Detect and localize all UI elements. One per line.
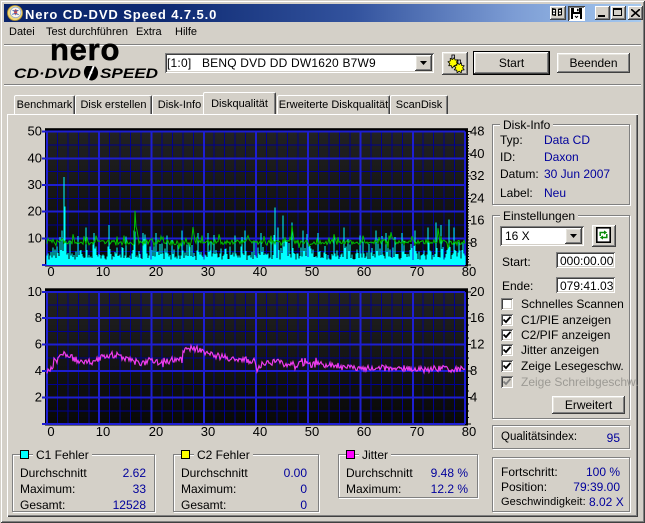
svg-text:10: 10	[28, 284, 42, 299]
svg-text:20: 20	[28, 204, 42, 219]
svg-text:0: 0	[47, 264, 54, 279]
svg-text:0: 0	[47, 424, 54, 439]
svg-text:40: 40	[470, 146, 484, 161]
svg-text:8: 8	[470, 235, 477, 250]
svg-text:30: 30	[28, 177, 42, 192]
svg-text:20: 20	[149, 424, 163, 439]
svg-text:16: 16	[470, 213, 484, 228]
svg-text:20: 20	[470, 284, 484, 299]
svg-text:32: 32	[470, 168, 484, 183]
svg-text:80: 80	[462, 264, 476, 279]
svg-text:30: 30	[201, 424, 215, 439]
svg-text:8: 8	[470, 363, 477, 378]
svg-text:80: 80	[462, 424, 476, 439]
svg-text:30: 30	[201, 264, 215, 279]
svg-text:48: 48	[470, 124, 484, 139]
svg-text:6: 6	[35, 337, 42, 352]
svg-text:4: 4	[470, 390, 477, 405]
svg-text:20: 20	[149, 264, 163, 279]
svg-text:70: 70	[410, 424, 424, 439]
svg-text:24: 24	[470, 190, 484, 205]
svg-text:60: 60	[357, 264, 371, 279]
svg-text:40: 40	[253, 264, 267, 279]
svg-text:10: 10	[28, 230, 42, 245]
svg-text:8: 8	[35, 310, 42, 325]
svg-text:10: 10	[96, 424, 110, 439]
svg-text:12: 12	[470, 337, 484, 352]
svg-text:70: 70	[410, 264, 424, 279]
svg-text:60: 60	[357, 424, 371, 439]
svg-text:40: 40	[28, 150, 42, 165]
svg-text:16: 16	[470, 310, 484, 325]
svg-text:40: 40	[253, 424, 267, 439]
svg-text:4: 4	[35, 363, 42, 378]
svg-text:50: 50	[305, 264, 319, 279]
svg-text:2: 2	[35, 390, 42, 405]
svg-text:10: 10	[96, 264, 110, 279]
svg-text:50: 50	[28, 124, 42, 139]
svg-text:50: 50	[305, 424, 319, 439]
